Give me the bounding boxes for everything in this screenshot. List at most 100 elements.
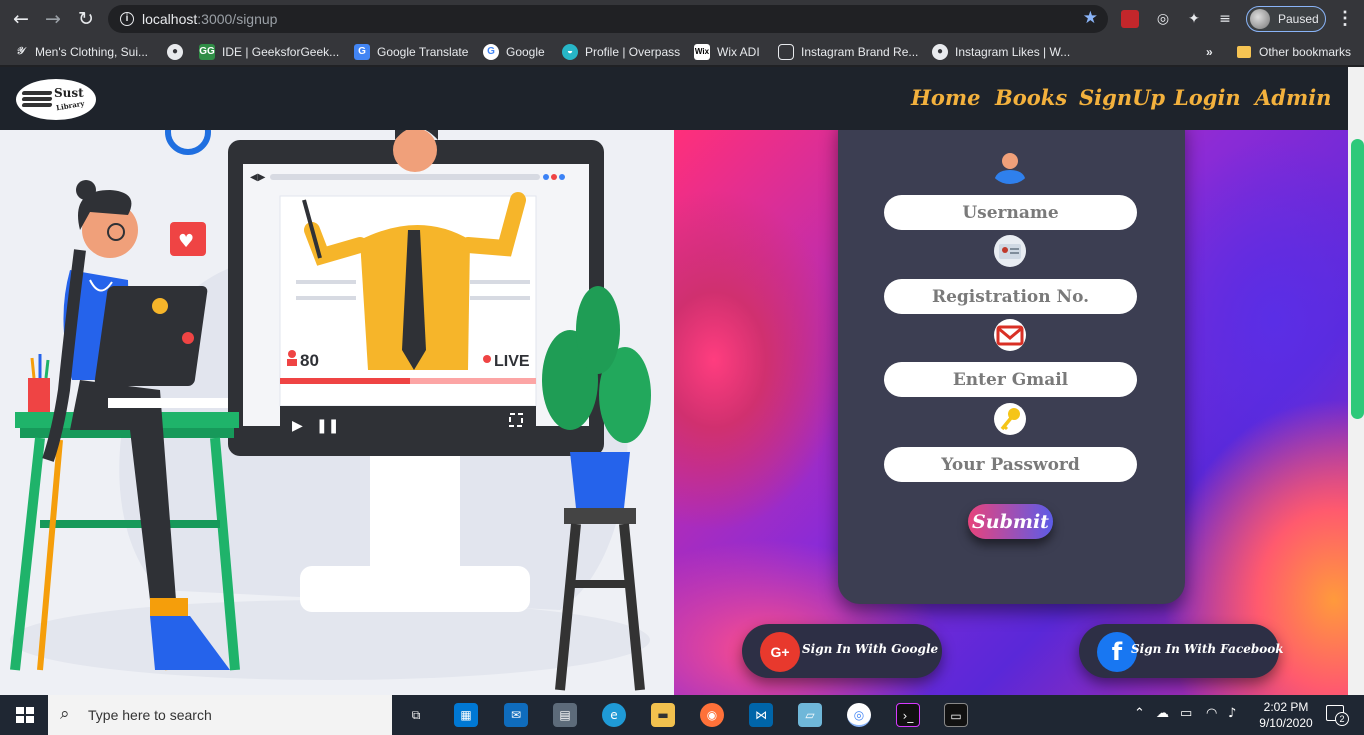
facebook-signin-label: Sign In With Facebook — [1131, 642, 1284, 656]
search-icon: ⌕ — [60, 704, 70, 724]
instagram-icon — [778, 44, 794, 60]
taskbar-clock[interactable]: 2:02 PM 9/10/2020 — [1254, 699, 1318, 731]
nav-signup[interactable]: SignUp — [1079, 85, 1165, 110]
store-icon[interactable]: ▦ — [454, 703, 478, 727]
address-bar[interactable]: i localhost:3000/signup ★ — [108, 5, 1108, 33]
volume-icon[interactable]: ♪ — [1228, 706, 1236, 721]
bookmarks-overflow-button[interactable]: » — [1206, 43, 1213, 61]
globe-icon: ● — [167, 44, 183, 60]
forward-icon[interactable]: → — [40, 7, 66, 31]
url-text: localhost:3000/signup — [142, 11, 278, 27]
back-icon[interactable]: ← — [8, 7, 34, 31]
google-icon: G — [483, 44, 499, 60]
notification-icon[interactable]: 2 — [1326, 705, 1349, 726]
password-input[interactable] — [884, 447, 1137, 482]
key-icon — [994, 403, 1026, 435]
svg-text:♥: ♥ — [178, 231, 194, 252]
google-plus-icon: G+ — [760, 632, 800, 672]
windows-start-icon[interactable] — [16, 707, 34, 723]
task-view-icon[interactable]: ⧉ — [404, 703, 428, 727]
signup-card: Submit — [838, 130, 1185, 604]
notification-badge: 2 — [1335, 712, 1349, 726]
nav-home[interactable]: Home — [911, 85, 980, 110]
globe-icon: ● — [932, 44, 948, 60]
svg-text:◀▶: ◀▶ — [250, 172, 266, 183]
gmail-icon — [994, 319, 1026, 351]
bookmark-item[interactable]: ◒ Profile | Overpass — [562, 43, 680, 61]
calculator-icon[interactable]: ▤ — [553, 703, 577, 727]
signup-panel: Submit G+ Sign In With Google f Sign In … — [674, 130, 1348, 695]
clock-date: 9/10/2020 — [1259, 716, 1313, 730]
vscode-icon[interactable]: ⋈ — [749, 703, 773, 727]
bookmark-favicon-icon: 𝒴 — [16, 46, 24, 57]
bookmark-item[interactable]: ● — [167, 43, 190, 61]
wix-icon: Wix — [694, 44, 710, 60]
google-signin-button[interactable]: G+ Sign In With Google — [742, 624, 942, 678]
notepad-icon[interactable]: ▱ — [798, 703, 822, 727]
nav-books[interactable]: Books — [995, 85, 1067, 110]
registration-input[interactable] — [884, 279, 1137, 314]
show-hidden-icons[interactable]: ⌃ — [1134, 706, 1145, 721]
translate-icon: G — [354, 44, 370, 60]
terminal-icon[interactable]: ›_ — [896, 703, 920, 727]
books-icon — [21, 91, 53, 109]
taskbar-search[interactable]: ⌕ Type here to search — [48, 695, 392, 735]
scrollbar-thumb[interactable] — [1351, 139, 1364, 419]
target-extension-icon[interactable]: ◎ — [1153, 9, 1173, 29]
edge-icon[interactable]: e — [602, 703, 626, 727]
profile-status: Paused — [1278, 12, 1319, 26]
nav-login[interactable]: Login — [1174, 85, 1241, 110]
nav-admin[interactable]: Admin — [1255, 85, 1331, 110]
onedrive-icon[interactable]: ☁ — [1156, 706, 1169, 721]
logo-text: Sust — [54, 86, 84, 100]
site-info-icon[interactable]: i — [120, 12, 134, 26]
wifi-icon[interactable]: ◠ — [1206, 706, 1217, 721]
bookmark-item[interactable]: Instagram Brand Re... — [778, 43, 918, 61]
live-label: LIVE — [494, 353, 530, 370]
pause-icon: ❚❚ — [316, 418, 339, 434]
bookmark-star-icon[interactable]: ★ — [1083, 8, 1098, 28]
profile-button[interactable]: Paused — [1246, 6, 1326, 32]
bookmark-item[interactable]: Wix Wix ADI — [694, 43, 760, 61]
logo-subtext: Library — [55, 98, 86, 113]
illustration-svg: ◀▶ ▶ ❚❚ 80 LIVE ♥ — [10, 130, 651, 691]
more-menu-icon[interactable]: ⋮ — [1336, 8, 1354, 29]
command-prompt-icon[interactable]: ▭ — [944, 703, 968, 727]
file-explorer-icon[interactable]: ▬ — [651, 703, 675, 727]
browser-toolbar: ← → ↻ i localhost:3000/signup ★ ◎ ✦ ≡ Pa… — [0, 0, 1364, 38]
avatar — [1250, 9, 1270, 29]
username-input[interactable] — [884, 195, 1137, 230]
user-icon — [994, 153, 1026, 184]
facebook-signin-button[interactable]: f Sign In With Facebook — [1079, 624, 1284, 678]
id-card-icon — [994, 235, 1026, 267]
site-navbar: Sust Library Home Books SignUp Login Adm… — [0, 67, 1348, 130]
mail-icon[interactable]: ✉ — [504, 703, 528, 727]
firefox-icon[interactable]: ◉ — [700, 703, 724, 727]
puzzle-icon[interactable]: ✦ — [1184, 9, 1204, 29]
submit-button[interactable]: Submit — [968, 504, 1053, 539]
play-icon: ▶ — [292, 418, 303, 434]
viewer-count: 80 — [300, 351, 319, 370]
search-placeholder: Type here to search — [88, 707, 212, 723]
site-logo[interactable]: Sust Library — [16, 79, 96, 120]
bookmark-item[interactable]: G Google — [483, 43, 545, 61]
google-signin-label: Sign In With Google — [802, 642, 939, 656]
bookmark-item[interactable]: G Google Translate — [354, 43, 468, 61]
reload-icon[interactable]: ↻ — [73, 7, 99, 31]
bookmarks-bar: 𝒴 Men's Clothing, Sui... ● GG IDE | Geeksf… — [0, 38, 1364, 66]
bookmark-item[interactable]: ● Instagram Likes | W... — [932, 43, 1070, 61]
bookmark-item[interactable]: GG IDE | GeeksforGeek... — [199, 43, 339, 61]
geeksforgeeks-icon: GG — [199, 44, 215, 60]
online-class-illustration: ◀▶ ▶ ❚❚ 80 LIVE ♥ — [0, 130, 674, 695]
other-bookmarks-folder[interactable]: Other bookmarks — [1237, 43, 1351, 61]
reading-list-icon[interactable]: ≡ — [1215, 9, 1235, 29]
clock-time: 2:02 PM — [1263, 700, 1309, 714]
extension-icon[interactable] — [1121, 10, 1139, 28]
web-page: Sust Library Home Books SignUp Login Adm… — [0, 67, 1364, 695]
battery-icon[interactable]: ▭ — [1180, 706, 1192, 721]
chrome-icon[interactable]: ◎ — [847, 703, 871, 727]
gmail-input[interactable] — [884, 362, 1137, 397]
bookmark-item[interactable]: 𝒴 Men's Clothing, Sui... — [12, 43, 148, 61]
windows-taskbar: ⌕ Type here to search ⧉ ▦ ✉ ▤ e ▬ ◉ ⋈ ▱ … — [0, 695, 1364, 735]
folder-icon — [1237, 46, 1251, 58]
